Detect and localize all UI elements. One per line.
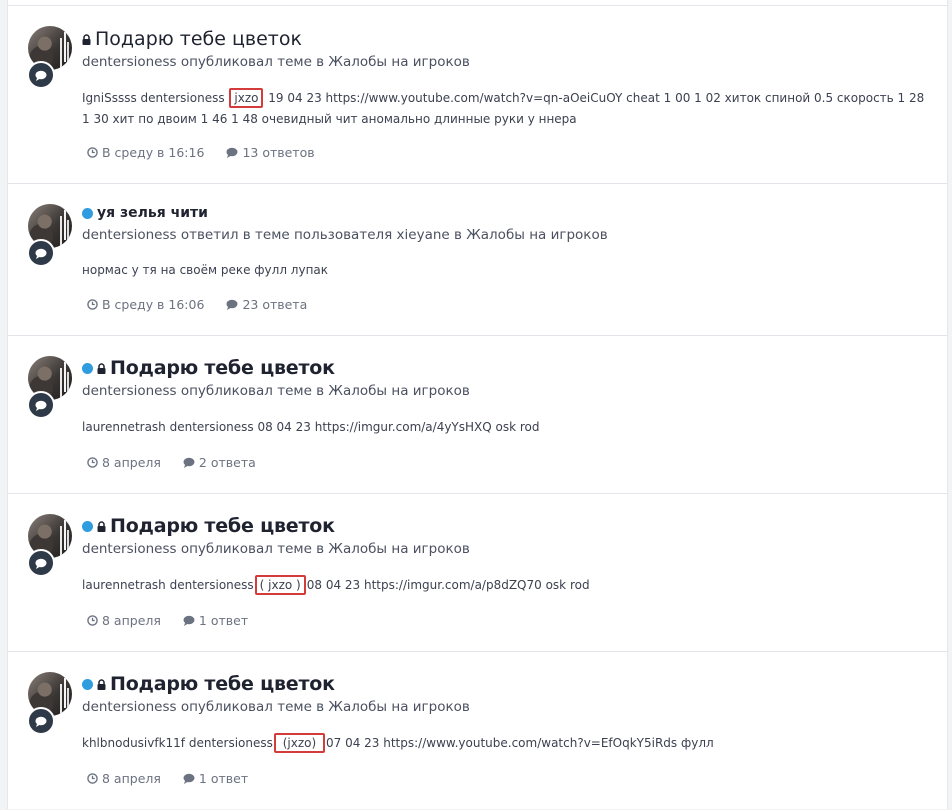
snippet-text: khlbnodusivfk11f dentersioness [82,736,273,750]
unread-dot [82,520,93,532]
comments-icon [183,615,195,626]
snippet-text-rest: 07 04 23 https://www.youtube.com/watch?v… [325,736,714,750]
list-item: Подарю тебе цветок dentersioness опублик… [8,5,947,183]
replies-count[interactable]: 2 ответа [183,455,256,470]
post-snippet: laurennetrash dentersioness( jxzo ) 08 04… [82,575,932,596]
snippet-text: laurennetrash dentersioness 08 04 23 htt… [82,420,540,434]
activity-meta: dentersioness опубликовал теме в Жалобы … [82,699,470,715]
topic-title-link[interactable]: Подарю тебе цветок [95,28,302,50]
item-stats: В среду в 16:16 13 ответов [87,145,315,160]
unread-dot [82,207,93,219]
highlighted-name: (jxzo) [273,733,325,753]
date-label: 8 апреля [102,771,161,786]
post-snippet: laurennetrash dentersioness 08 04 23 htt… [82,417,932,438]
activity-meta: dentersioness опубликовал теме в Жалобы … [82,541,470,557]
replies-label: 13 ответов [242,145,315,160]
clock-icon [87,773,98,784]
list-item: Подарю тебе цветок dentersioness опублик… [8,651,947,810]
list-item: Подарю тебе цветок dentersioness опублик… [8,493,947,651]
comment-icon [27,239,55,267]
replies-label: 1 ответ [198,771,249,786]
lock-icon [97,678,106,690]
comments-icon [183,773,195,784]
replies-count[interactable]: 1 ответ [183,771,248,786]
comment-icon [27,549,55,577]
date-label: 8 апреля [102,455,161,470]
lock-icon [97,520,106,532]
snippet-text-rest: 08 04 23 https://imgur.com/a/p8dZQ70 osk… [306,578,590,592]
item-stats: 8 апреля 2 ответа [87,455,256,470]
post-date[interactable]: 8 апреля [87,455,161,470]
activity-feed: Подарю тебе цветок dentersioness опублик… [7,0,948,809]
comment-icon [27,391,55,419]
activity-meta: dentersioness опубликовал теме в Жалобы … [82,383,470,399]
replies-count[interactable]: 13 ответов [226,145,315,160]
activity-meta: dentersioness ответил в теме пользовател… [82,227,608,243]
item-stats: В среду в 16:06 23 ответа [87,297,307,312]
unread-dot [82,362,93,374]
clock-icon [87,457,98,468]
post-date[interactable]: 8 апреля [87,771,161,786]
replies-label: 23 ответа [242,297,308,312]
unread-dot [82,678,93,690]
lock-icon [82,33,91,45]
topic-title-link[interactable]: Подарю тебе цветок [110,673,335,695]
comment-icon [27,707,55,735]
replies-label: 1 ответ [198,613,249,628]
topic-title-link[interactable]: уя зелья чити [97,205,208,221]
item-stats: 8 апреля 1 ответ [87,613,248,628]
clock-icon [87,615,98,626]
clock-icon [87,299,98,310]
replies-count[interactable]: 23 ответа [226,297,307,312]
post-snippet: khlbnodusivfk11f dentersioness (jxzo) 07… [82,733,932,754]
activity-meta: dentersioness опубликовал теме в Жалобы … [82,54,470,70]
topic-title-link[interactable]: Подарю тебе цветок [110,515,335,537]
replies-label: 2 ответа [198,455,256,470]
comments-icon [183,457,195,468]
date-label: В среду в 16:06 [102,297,205,312]
topic-title-link[interactable]: Подарю тебе цветок [110,357,335,379]
list-item: Подарю тебе цветок dentersioness опублик… [8,335,947,493]
snippet-text: IgniSssss dentersioness [82,91,229,105]
comments-icon [226,299,238,310]
highlighted-name: ( jxzo ) [254,575,306,595]
date-label: В среду в 16:16 [102,145,205,160]
post-date[interactable]: В среду в 16:06 [87,297,204,312]
post-date[interactable]: 8 апреля [87,613,161,628]
post-snippet: нормас у тя на своём реке фулл лупак [82,260,932,281]
clock-icon [87,147,98,158]
post-snippet: IgniSssss dentersioness jxzo 19 04 23 ht… [82,88,932,130]
highlighted-name: jxzo [229,88,264,108]
item-stats: 8 апреля 1 ответ [87,771,248,786]
replies-count[interactable]: 1 ответ [183,613,248,628]
snippet-text: laurennetrash dentersioness [82,578,254,592]
lock-icon [97,362,106,374]
date-label: 8 апреля [102,613,161,628]
comment-icon [27,61,55,89]
list-item: уя зелья чити dentersioness ответил в те… [8,183,947,335]
snippet-text: нормас у тя на своём реке фулл лупак [82,263,329,277]
post-date[interactable]: В среду в 16:16 [87,145,204,160]
comments-icon [226,147,238,158]
